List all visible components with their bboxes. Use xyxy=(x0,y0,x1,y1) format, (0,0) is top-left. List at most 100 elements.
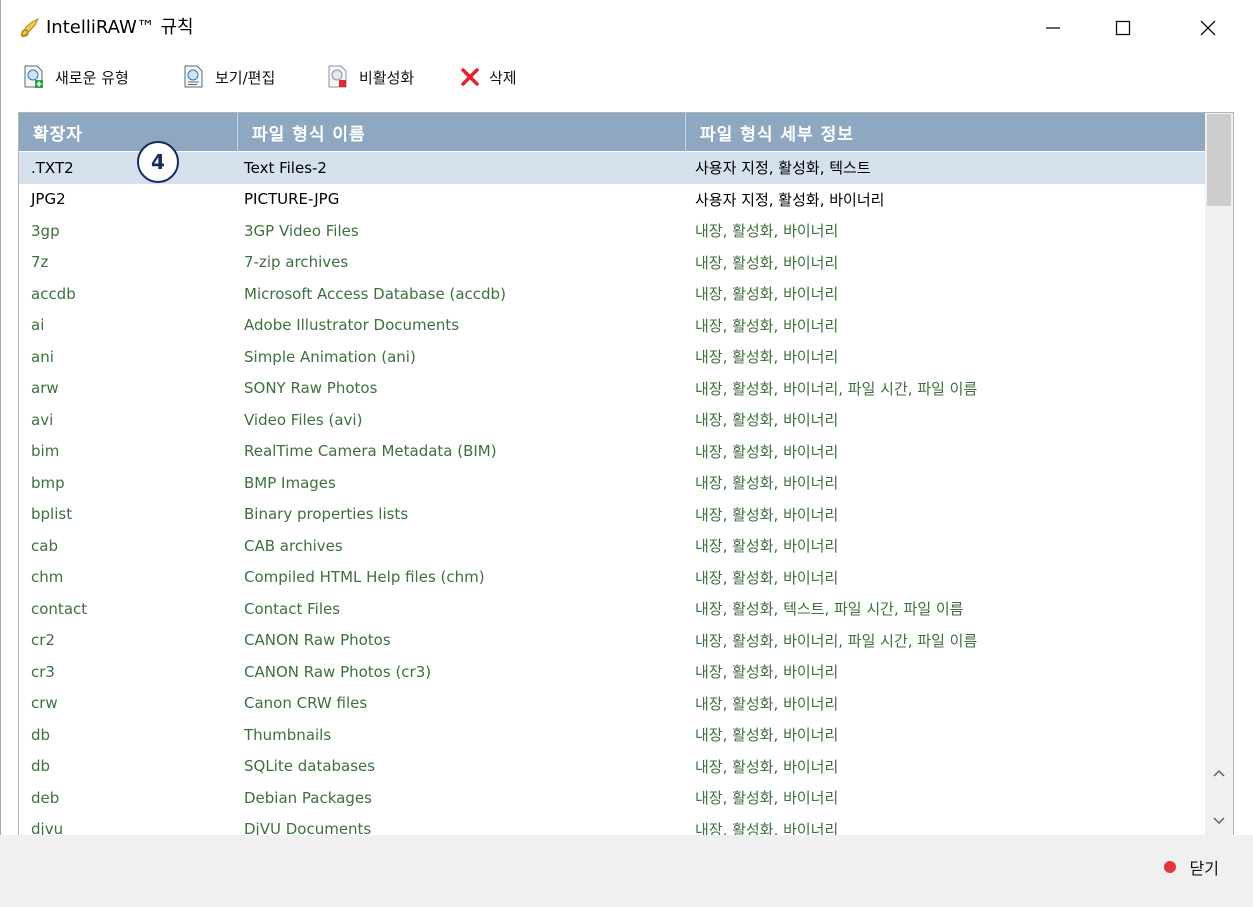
cell-extension: ai xyxy=(31,316,45,335)
table-row[interactable]: JPG2 PICTURE-JPG 사용자 지정, 활성화, 바이너리 xyxy=(19,184,1205,216)
table-row[interactable]: accdb Microsoft Access Database (accdb) 내장… xyxy=(19,278,1205,310)
table-row[interactable]: ani Simple Animation (ani) 내장, 활성화, 바이너리 xyxy=(19,341,1205,373)
cell-details: 내장, 활성화, 텍스트, 파일 시간, 파일 이름 xyxy=(695,600,964,619)
cell-details: 내장, 활성화, 바이너리, 파일 시간, 파일 이름 xyxy=(695,379,978,398)
cell-type-name: DjVU Documents xyxy=(244,820,372,836)
cell-details: 내장, 활성화, 바이너리 xyxy=(695,663,839,682)
cell-type-name: CANON Raw Photos (cr3) xyxy=(244,662,432,681)
cell-type-name: Contact Files xyxy=(244,599,341,618)
cell-type-name: SONY Raw Photos xyxy=(244,379,378,398)
cell-details: 내장, 활성화, 바이너리 xyxy=(695,222,839,241)
table-row[interactable]: arw SONY Raw Photos 내장, 활성화, 바이너리, 파일 시간, … xyxy=(19,373,1205,405)
scroll-up-arrow[interactable] xyxy=(1205,759,1233,787)
deactivate-document-icon xyxy=(328,65,347,88)
cell-type-name: Debian Packages xyxy=(244,788,372,807)
table-row[interactable]: cr2 CANON Raw Photos 내장, 활성화, 바이너리, 파일 시간,… xyxy=(19,625,1205,657)
file-type-list[interactable]: 확장자 파일 형식 이름 파일 형식 세부 정보 .TXT2 Text Files… xyxy=(18,112,1234,836)
cell-type-name: Microsoft Access Database (accdb) xyxy=(244,284,506,303)
cell-details: 내장, 활성화, 바이너리 xyxy=(695,253,839,272)
table-row[interactable]: .TXT2 Text Files-2 사용자 지정, 활성화, 텍스트 xyxy=(19,152,1205,184)
cell-extension: accdb xyxy=(31,284,76,303)
table-row[interactable]: crw Canon CRW files 내장, 활성화, 바이너리 xyxy=(19,688,1205,720)
table-row[interactable]: bmp BMP Images 내장, 활성화, 바이너리 xyxy=(19,467,1205,499)
cell-details: 내장, 활성화, 바이너리 xyxy=(695,285,839,304)
view-edit-label: 보기/편집 xyxy=(215,68,276,87)
new-document-icon xyxy=(24,65,43,88)
close-button-label: 닫기 xyxy=(1189,859,1219,878)
table-row[interactable]: deb Debian Packages 내장, 활성화, 바이너리 xyxy=(19,782,1205,814)
deactivate-button[interactable]: 비활성화 xyxy=(326,58,414,96)
table-row[interactable]: avi Video Files (avi) 내장, 활성화, 바이너리 xyxy=(19,404,1205,436)
new-type-button[interactable]: 새로운 유형 xyxy=(22,58,129,96)
table-row[interactable]: ai Adobe Illustrator Documents 내장, 활성화, 바이… xyxy=(19,310,1205,342)
delete-button[interactable]: 삭제 xyxy=(460,58,517,96)
cell-extension: bmp xyxy=(31,473,65,492)
cell-type-name: BMP Images xyxy=(244,473,336,492)
view-edit-button[interactable]: 보기/편집 xyxy=(182,58,275,96)
table-row[interactable]: djvu DjVU Documents 내장, 활성화, 바이너리 xyxy=(19,814,1205,836)
delete-x-icon xyxy=(461,68,479,86)
column-header-extension[interactable]: 확장자 xyxy=(19,113,237,151)
intelliraw-rules-window: IntelliRAW™ 규칙 새로운 유형 보기/편집 비활성화 삭제 확장자 … xyxy=(0,0,1253,907)
cell-details: 내장, 활성화, 바이너리 xyxy=(695,537,839,556)
scroll-down-arrow[interactable] xyxy=(1205,807,1233,835)
footer-bar: 닫기 xyxy=(0,835,1253,907)
table-row[interactable]: bim RealTime Camera Metadata (BIM) 내장, 활성화… xyxy=(19,436,1205,468)
table-row[interactable]: db Thumbnails 내장, 활성화, 바이너리 xyxy=(19,719,1205,751)
table-row[interactable]: 7z 7-zip archives 내장, 활성화, 바이너리 xyxy=(19,247,1205,279)
cell-details: 내장, 활성화, 바이너리 xyxy=(695,316,839,335)
cell-extension: bplist xyxy=(31,505,73,524)
title-bar: IntelliRAW™ 규칙 xyxy=(0,0,1253,54)
cell-extension: cab xyxy=(31,536,58,555)
minimize-icon xyxy=(1046,27,1060,29)
new-type-label: 새로운 유형 xyxy=(55,68,129,87)
cell-details: 내장, 활성화, 바이너리, 파일 시간, 파일 이름 xyxy=(695,631,978,650)
cell-extension: JPG2 xyxy=(31,190,66,209)
cell-extension: 7z xyxy=(31,253,49,272)
scrollbar-thumb[interactable] xyxy=(1207,114,1231,206)
cell-extension: djvu xyxy=(31,820,64,836)
maximize-icon xyxy=(1115,20,1131,36)
cell-extension: cr3 xyxy=(31,662,55,681)
table-row[interactable]: contact Contact Files 내장, 활성화, 텍스트, 파일 시간,… xyxy=(19,593,1205,625)
column-header-details[interactable]: 파일 형식 세부 정보 xyxy=(686,113,1205,151)
cell-type-name: CAB archives xyxy=(244,536,343,555)
cell-details: 사용자 지정, 활성화, 바이너리 xyxy=(695,190,885,209)
minimize-button[interactable] xyxy=(1028,8,1078,48)
table-row[interactable]: db SQLite databases 내장, 활성화, 바이너리 xyxy=(19,751,1205,783)
cell-details: 내장, 활성화, 바이너리 xyxy=(695,348,839,367)
cell-type-name: PICTURE-JPG xyxy=(244,190,340,209)
cell-details: 내장, 활성화, 바이너리 xyxy=(695,694,839,713)
close-button[interactable]: 닫기 xyxy=(1163,855,1219,879)
vertical-scrollbar[interactable] xyxy=(1205,113,1233,835)
cell-details: 사용자 지정, 활성화, 텍스트 xyxy=(695,159,871,178)
red-dot-icon xyxy=(1163,861,1176,873)
cell-type-name: RealTime Camera Metadata (BIM) xyxy=(244,442,497,461)
cell-details: 내장, 활성화, 바이너리 xyxy=(695,411,839,430)
maximize-button[interactable] xyxy=(1098,8,1148,48)
cell-type-name: Video Files (avi) xyxy=(244,410,363,429)
cell-type-name: Text Files-2 xyxy=(244,158,327,177)
deactivate-label: 비활성화 xyxy=(359,68,415,87)
table-row[interactable]: cab CAB archives 내장, 활성화, 바이너리 xyxy=(19,530,1205,562)
cell-extension: cr2 xyxy=(31,631,55,650)
table-row[interactable]: bplist Binary properties lists 내장, 활성화, 바이… xyxy=(19,499,1205,531)
cell-details: 내장, 활성화, 바이너리 xyxy=(695,442,839,461)
table-row[interactable]: 3gp 3GP Video Files 내장, 활성화, 바이너리 xyxy=(19,215,1205,247)
cell-extension: chm xyxy=(31,568,64,587)
toolbar: 새로운 유형 보기/편집 비활성화 삭제 xyxy=(0,58,700,98)
cell-details: 내장, 활성화, 바이너리 xyxy=(695,789,839,808)
chevron-up-icon xyxy=(1213,769,1225,777)
table-row[interactable]: chm Compiled HTML Help files (chm) 내장, 활성화… xyxy=(19,562,1205,594)
cell-type-name: Binary properties lists xyxy=(244,505,409,524)
table-row[interactable]: cr3 CANON Raw Photos (cr3) 내장, 활성화, 바이너리 xyxy=(19,656,1205,688)
edit-document-icon xyxy=(184,65,203,88)
cell-details: 내장, 활성화, 바이너리 xyxy=(695,568,839,587)
cell-extension: avi xyxy=(31,410,54,429)
cell-type-name: Adobe Illustrator Documents xyxy=(244,316,460,335)
column-header-type-name[interactable]: 파일 형식 이름 xyxy=(238,113,685,151)
cell-type-name: SQLite databases xyxy=(244,757,376,776)
close-window-button[interactable] xyxy=(1183,8,1233,48)
cell-details: 내장, 활성화, 바이너리 xyxy=(695,474,839,493)
cell-type-name: 7-zip archives xyxy=(244,253,349,272)
